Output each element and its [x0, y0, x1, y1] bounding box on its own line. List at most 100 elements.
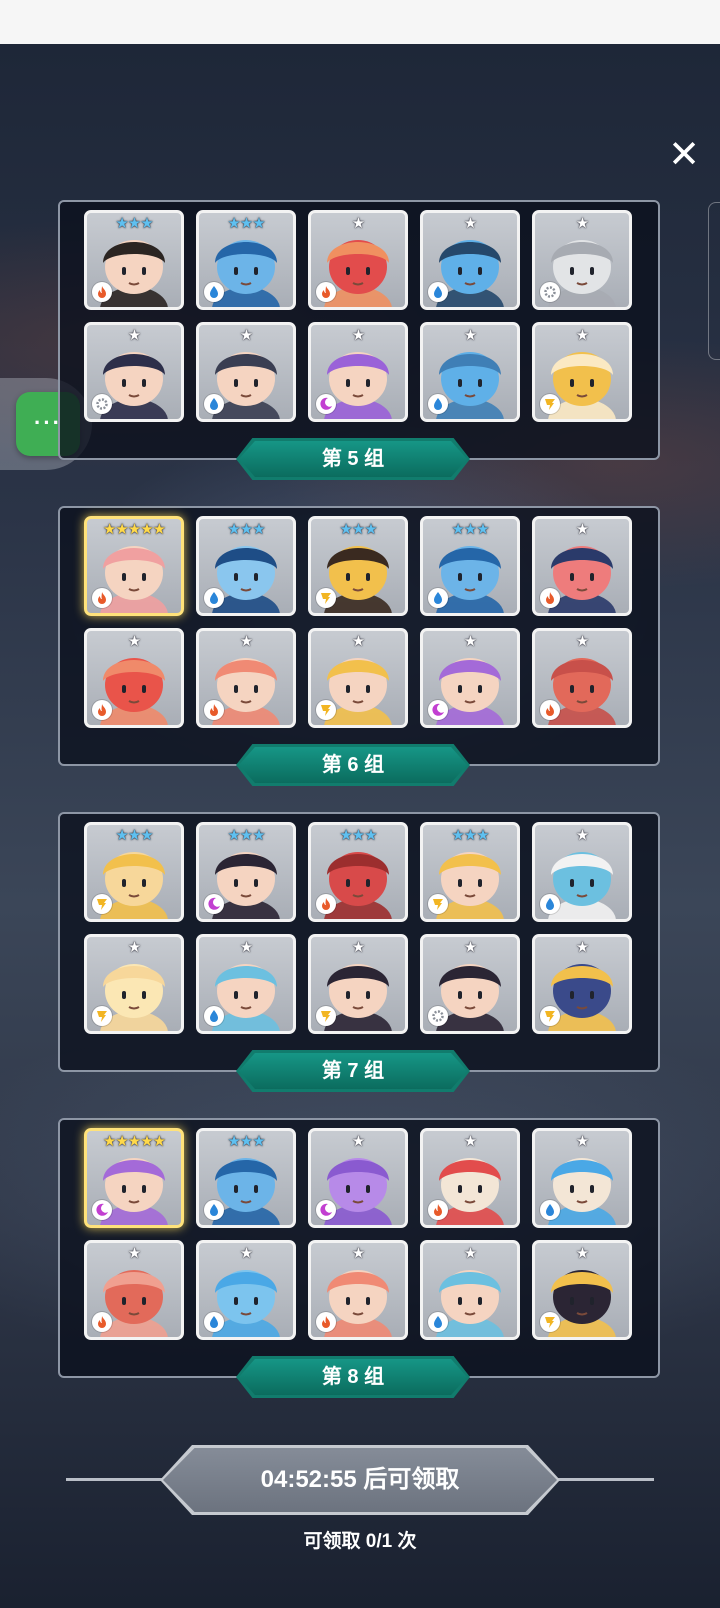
gear-element-icon [540, 282, 560, 302]
hero-blue-book-3-card[interactable]: ★★★ [196, 1128, 296, 1228]
hero-red-antenna-girl-card[interactable]: ★ [308, 1240, 408, 1340]
hero-warrior-red-mask-card[interactable]: ★★★ [84, 210, 184, 310]
star-rating: ★ [575, 938, 589, 956]
hero-red-flower-monster-card[interactable]: ★ [308, 210, 408, 310]
hero-white-dragon-card[interactable]: ★ [532, 210, 632, 310]
hero-grid: ★★★★★ ★★★ ★★★ ★★★ ★ ★ ★ ★ ★ ★ [84, 516, 644, 736]
hero-red-totem-card[interactable]: ★ [532, 628, 632, 728]
hero-cream-ghost-card[interactable]: ★ [84, 934, 184, 1034]
claim-button[interactable]: 04:52:55 后可领取 [160, 1445, 560, 1515]
hero-blue-hair-girl-card[interactable]: ★ [196, 934, 296, 1034]
water-element-icon [428, 1312, 448, 1332]
star-rating: ★ [239, 632, 253, 650]
hero-blue-hood-card[interactable]: ★★★ [196, 516, 296, 616]
star-rating: ★★★ [115, 826, 153, 844]
star-rating: ★★★ [451, 826, 489, 844]
water-element-icon [204, 394, 224, 414]
hero-blue-totem-card[interactable]: ★ [420, 322, 520, 422]
water-element-icon [204, 282, 224, 302]
fire-element-icon [316, 282, 336, 302]
star-rating: ★ [463, 938, 477, 956]
hero-yellow-beast-card[interactable]: ★★★ [84, 822, 184, 922]
side-panel-edge[interactable] [708, 202, 720, 360]
close-button[interactable]: ✕ [664, 134, 704, 174]
fire-element-icon [540, 700, 560, 720]
star-rating: ★ [463, 1132, 477, 1150]
hero-purple-long-hair-card[interactable]: ★★★★★ [84, 1128, 184, 1228]
fire-element-icon [92, 282, 112, 302]
star-rating: ★★★ [339, 520, 377, 538]
hero-red-bird-card[interactable]: ★ [84, 628, 184, 728]
hero-grid: ★★★ ★★★ ★★★ ★★★ ★ ★ ★ ★ ★ ★ [84, 822, 644, 1042]
hero-witch-hat-card[interactable]: ★ [308, 628, 408, 728]
hero-yellow-mummy-card[interactable]: ★ [532, 322, 632, 422]
hero-golden-crown-card[interactable]: ★★★ [420, 822, 520, 922]
hero-blue-bandage-card[interactable]: ★ [532, 822, 632, 922]
water-element-icon [204, 1200, 224, 1220]
hero-group: ★★★★★ ★★★ ★ ★ ★ ★ ★ ★ ★ ★ 第 8 组 [58, 1118, 660, 1398]
light-element-icon [316, 700, 336, 720]
gear-element-icon [92, 394, 112, 414]
hero-pink-hair-horn-card[interactable]: ★★★★★ [84, 516, 184, 616]
fire-element-icon [92, 700, 112, 720]
hero-gold-knight-card[interactable]: ★ [532, 934, 632, 1034]
light-element-icon [316, 588, 336, 608]
hero-red-fox-card[interactable]: ★ [420, 1128, 520, 1228]
fire-element-icon [316, 894, 336, 914]
water-element-icon [428, 282, 448, 302]
hero-blue-fox-card[interactable]: ★ [532, 1128, 632, 1228]
water-element-icon [540, 1200, 560, 1220]
star-rating: ★★★ [227, 520, 265, 538]
dark-element-icon [204, 894, 224, 914]
star-rating: ★ [239, 938, 253, 956]
fire-element-icon [428, 1200, 448, 1220]
star-rating: ★ [127, 326, 141, 344]
hero-knight-helmet-card[interactable]: ★ [196, 322, 296, 422]
hero-blue-book-2-card[interactable]: ★★★ [420, 516, 520, 616]
star-rating: ★ [239, 1244, 253, 1262]
star-rating: ★★★ [227, 214, 265, 232]
hero-blue-book-card[interactable]: ★★★ [196, 210, 296, 310]
star-rating: ★ [575, 214, 589, 232]
hero-lion-card[interactable]: ★★★ [308, 516, 408, 616]
hero-group: ★★★★★ ★★★ ★★★ ★★★ ★ ★ ★ ★ ★ ★ 第 6 组 [58, 506, 660, 786]
hero-grid: ★★★★★ ★★★ ★ ★ ★ ★ ★ ★ ★ ★ [84, 1128, 644, 1348]
hero-purple-hair-girl-card[interactable]: ★ [308, 322, 408, 422]
hero-red-book-card[interactable]: ★★★ [308, 822, 408, 922]
star-rating: ★ [127, 938, 141, 956]
hero-red-haired-girl-card[interactable]: ★ [196, 628, 296, 728]
water-element-icon [428, 394, 448, 414]
star-rating: ★★★ [339, 826, 377, 844]
status-bar [0, 0, 720, 44]
hero-silver-helmet-boy-card[interactable]: ★ [420, 934, 520, 1034]
claim-count-text: 可领取 0/1 次 [303, 1531, 417, 1552]
hero-purple-cactus-card[interactable]: ★ [308, 1128, 408, 1228]
dark-element-icon [316, 1200, 336, 1220]
hero-dark-hair-girl-card[interactable]: ★ [84, 322, 184, 422]
hero-purple-girl-card[interactable]: ★ [420, 628, 520, 728]
dark-element-icon [428, 700, 448, 720]
star-rating: ★ [239, 326, 253, 344]
star-rating: ★ [351, 1244, 365, 1262]
group-label-banner: 第 8 组 [236, 1356, 470, 1398]
hero-blue-skull-card[interactable]: ★ [420, 210, 520, 310]
hero-blue-antenna-girl-card[interactable]: ★ [420, 1240, 520, 1340]
group-label: 第 6 组 [239, 747, 467, 783]
light-element-icon [92, 1006, 112, 1026]
hero-blue-moai-card[interactable]: ★ [196, 1240, 296, 1340]
star-rating: ★ [351, 326, 365, 344]
star-rating: ★★★ [115, 214, 153, 232]
star-rating: ★ [463, 326, 477, 344]
star-rating: ★ [351, 632, 365, 650]
hero-red-shell-card[interactable]: ★ [84, 1240, 184, 1340]
fire-element-icon [92, 1312, 112, 1332]
hero-red-skull-card[interactable]: ★ [532, 516, 632, 616]
dark-element-icon [316, 394, 336, 414]
hero-gold-helmet-boy-card[interactable]: ★ [308, 934, 408, 1034]
claim-button-label: 04:52:55 后可领取 [163, 1448, 557, 1512]
hero-dark-prince-card[interactable]: ★★★ [196, 822, 296, 922]
hero-gold-chest-card[interactable]: ★ [532, 1240, 632, 1340]
star-rating: ★ [575, 520, 589, 538]
star-rating: ★ [351, 938, 365, 956]
star-rating: ★ [463, 1244, 477, 1262]
